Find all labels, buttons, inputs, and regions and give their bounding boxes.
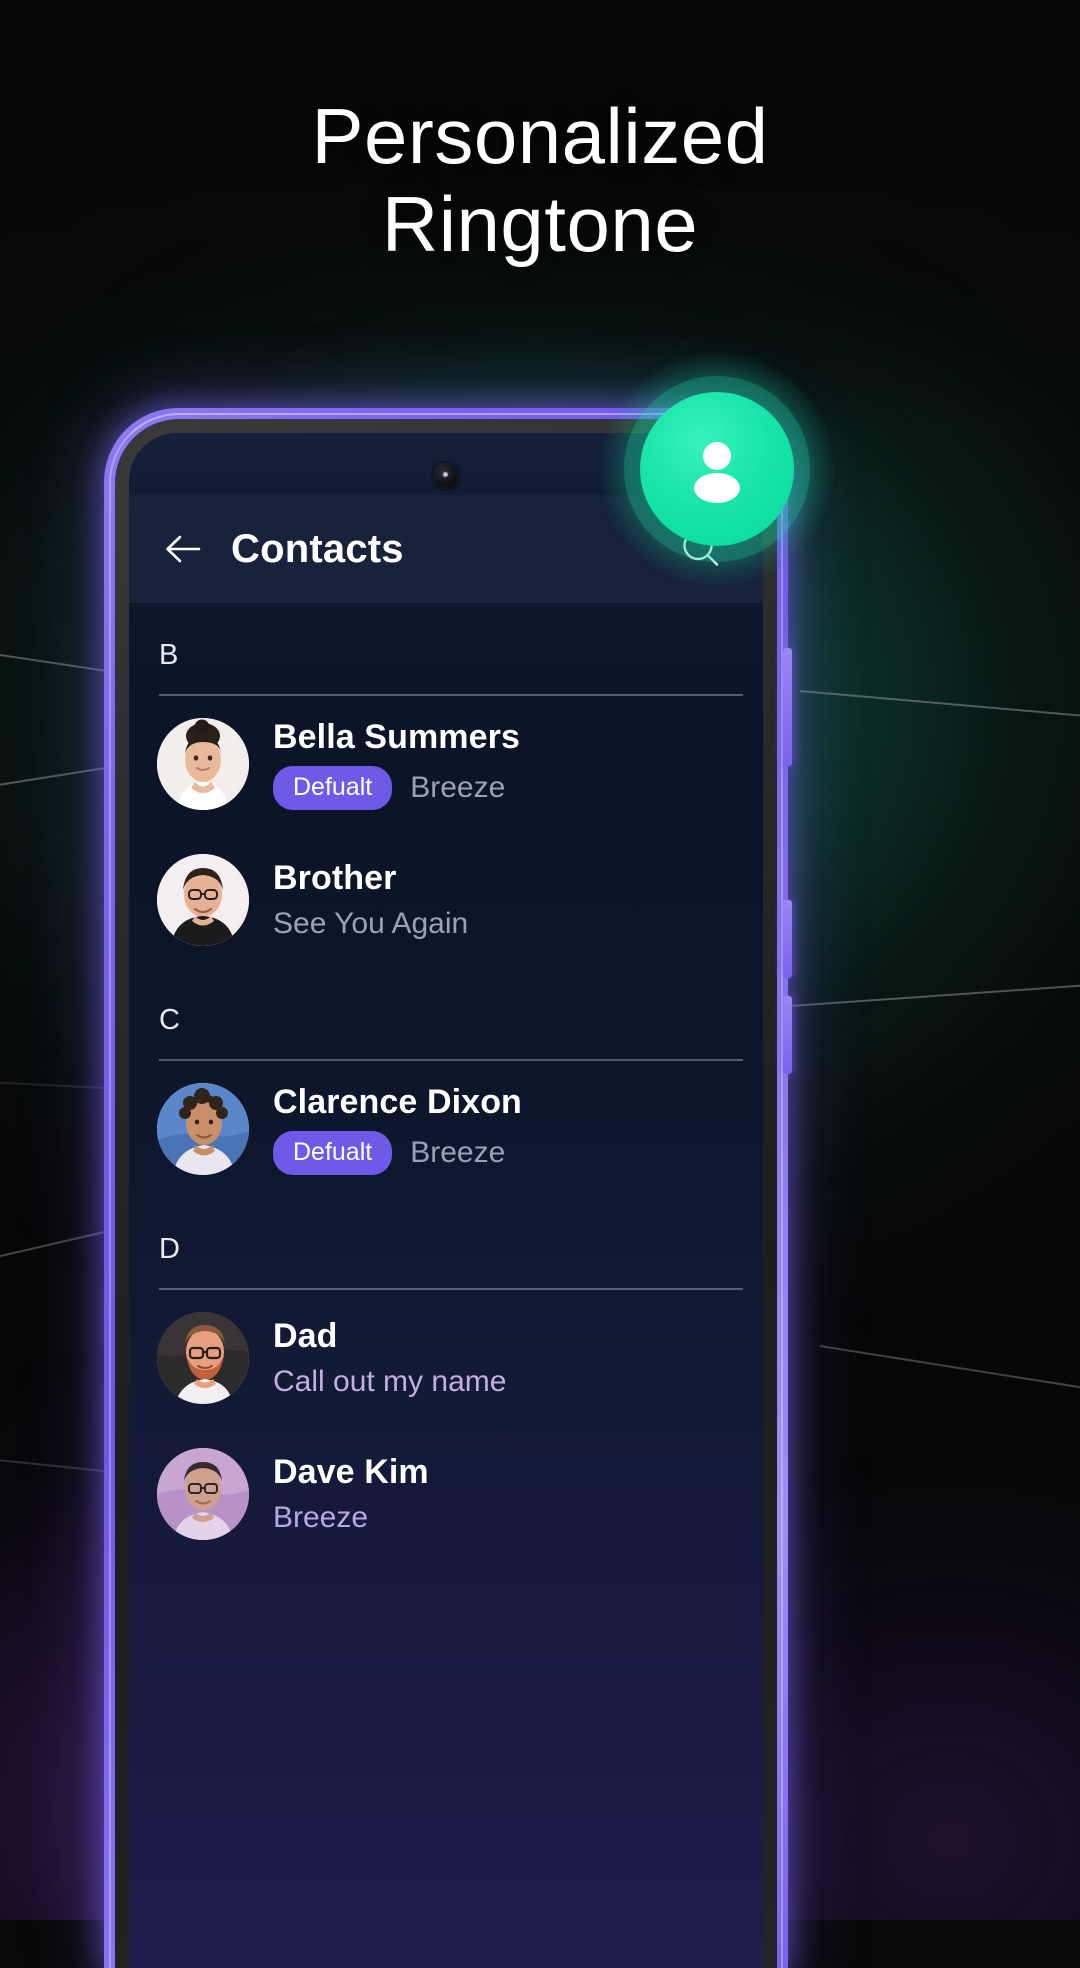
avatar — [157, 718, 249, 810]
headline-line-2: Ringtone — [381, 180, 699, 268]
avatar — [157, 854, 249, 946]
ringtone-name: See You Again — [273, 907, 469, 940]
contact-meta: Defualt Breeze — [273, 766, 520, 810]
section-letter: B — [159, 639, 179, 671]
contact-info: Clarence Dixon Defualt Breeze — [273, 1083, 522, 1175]
ringtone-name: Breeze — [410, 1136, 506, 1169]
headline-line-1: Personalized — [311, 92, 769, 180]
contact-name: Bella Summers — [273, 718, 520, 756]
woman-bun-photo-icon — [157, 718, 249, 810]
phone-mockup: Contacts B Bella Summers Defualt Breeze … — [104, 408, 792, 1968]
add-contact-fab[interactable] — [640, 392, 794, 546]
contact-row[interactable]: Clarence Dixon Defualt Breeze — [129, 1061, 763, 1197]
contact-info: Brother See You Again — [273, 859, 468, 941]
contact-name: Dave Kim — [273, 1453, 429, 1491]
avatar — [157, 1448, 249, 1540]
ringtone-name: Call out my name — [273, 1365, 507, 1398]
contact-info: Bella Summers Defualt Breeze — [273, 718, 520, 810]
contact-info: Dad Call out my name — [273, 1317, 506, 1399]
front-camera — [433, 463, 459, 489]
contact-row[interactable]: Dad Call out my name — [129, 1290, 763, 1426]
contact-section: D Dad Call out my name Dave Kim Breeze — [129, 1197, 763, 1562]
man-glasses-violet-photo-icon — [157, 1448, 249, 1540]
phone-screen: Contacts B Bella Summers Defualt Breeze … — [129, 433, 763, 1968]
contact-section: C Clarence Dixon Defualt Breeze — [129, 968, 763, 1197]
contacts-list[interactable]: B Bella Summers Defualt Breeze Brother S… — [129, 603, 763, 1602]
ringtone-name: Breeze — [273, 1501, 369, 1534]
decorative-line — [819, 1345, 1080, 1398]
avatar — [157, 1083, 249, 1175]
contact-row[interactable]: Dave Kim Breeze — [129, 1426, 763, 1562]
person-icon — [694, 442, 740, 503]
section-letter: D — [159, 1233, 180, 1265]
phone-volume-down-button — [783, 996, 792, 1074]
contact-section: B Bella Summers Defualt Breeze Brother S… — [129, 603, 763, 968]
man-glasses-photo-icon — [157, 854, 249, 946]
contact-meta: See You Again — [273, 907, 468, 941]
contact-row[interactable]: Brother See You Again — [129, 832, 763, 968]
contact-name: Clarence Dixon — [273, 1083, 522, 1121]
page-title: Personalized Ringtone — [0, 92, 1080, 268]
contact-info: Dave Kim Breeze — [273, 1453, 429, 1535]
man-beard-glasses-photo-icon — [157, 1312, 249, 1404]
contact-meta: Call out my name — [273, 1365, 506, 1399]
default-badge: Defualt — [273, 766, 393, 810]
contact-row[interactable]: Bella Summers Defualt Breeze — [129, 696, 763, 832]
contact-name: Brother — [273, 859, 397, 897]
avatar — [157, 1312, 249, 1404]
man-curly-hoodie-photo-icon — [157, 1083, 249, 1175]
phone-volume-up-button — [783, 900, 792, 978]
back-button[interactable] — [155, 521, 211, 577]
arrow-left-icon — [166, 535, 201, 563]
contact-name: Dad — [273, 1317, 338, 1355]
ringtone-name: Breeze — [410, 771, 506, 804]
section-letter: C — [159, 1004, 180, 1036]
contact-meta: Breeze — [273, 1501, 429, 1535]
add-contact-fab-wrapper[interactable] — [602, 354, 832, 584]
phone-side-button — [783, 648, 792, 766]
default-badge: Defualt — [273, 1131, 393, 1175]
contact-meta: Defualt Breeze — [273, 1131, 522, 1175]
